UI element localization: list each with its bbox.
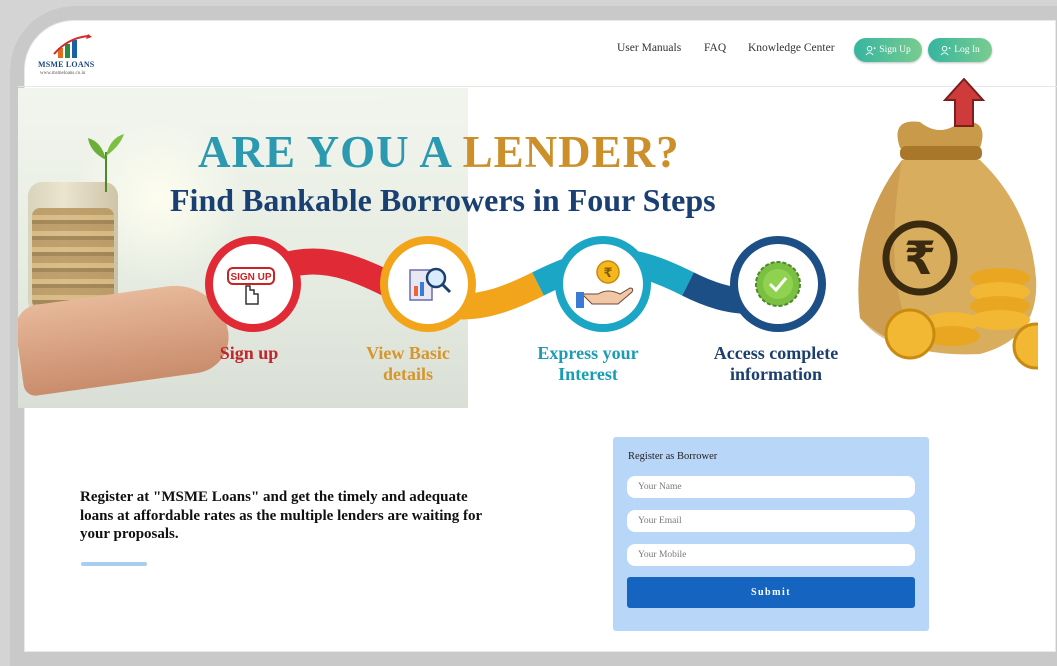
nav-knowledge-center[interactable]: Knowledge Center xyxy=(748,42,835,54)
user-icon xyxy=(865,45,876,55)
register-borrower-card: Register as Borrower Submit xyxy=(613,437,929,631)
signup-badge-text: SIGN UP xyxy=(230,272,271,283)
submit-button[interactable]: Submit xyxy=(627,577,915,608)
headline-part1: ARE YOU A xyxy=(198,127,451,177)
email-input[interactable] xyxy=(627,510,915,532)
bag-rupee-text: ₹ xyxy=(904,231,936,285)
money-bag-icon: ₹ xyxy=(858,121,1038,370)
steps-ribbon: SIGN UP ₹ xyxy=(205,236,826,332)
step-label-access-info: Access complete information xyxy=(713,343,839,384)
banner-subtitle: Find Bankable Borrowers in Four Steps xyxy=(170,182,716,218)
banner-headline: ARE YOU A LENDER? xyxy=(198,126,680,178)
rupee-coin-text: ₹ xyxy=(603,266,612,281)
name-input[interactable] xyxy=(627,476,915,498)
register-title: Register as Borrower xyxy=(628,451,718,462)
step2-circle xyxy=(380,236,476,332)
header-divider xyxy=(18,86,1057,87)
login-button[interactable]: Log In xyxy=(928,38,992,62)
step1-circle: SIGN UP xyxy=(205,236,301,332)
hero-banner: ARE YOU A LENDER? Find Bankable Borrower… xyxy=(18,88,1038,408)
step-label-signup: Sign up xyxy=(219,343,279,363)
nav-user-manuals[interactable]: User Manuals xyxy=(617,42,681,54)
step-label-view-details: View Basic details xyxy=(366,343,450,384)
brand-tagline: www.msmeloans.co.in xyxy=(40,71,86,76)
brand-name: MSME LOANS xyxy=(38,60,95,69)
signup-label: Sign Up xyxy=(879,45,911,55)
signup-button[interactable]: Sign Up xyxy=(854,38,922,62)
sprout-icon xyxy=(88,134,124,192)
login-label: Log In xyxy=(954,45,980,55)
user-icon xyxy=(940,45,951,55)
logo-mark-icon xyxy=(53,34,92,58)
step4-circle xyxy=(730,236,826,332)
headline-part2: LENDER? xyxy=(462,127,680,177)
nav-faq[interactable]: FAQ xyxy=(704,42,726,54)
step3-circle: ₹ xyxy=(555,236,651,332)
mobile-input[interactable] xyxy=(627,544,915,566)
red-up-arrow-icon xyxy=(943,78,985,127)
promo-text: Register at "MSME Loans" and get the tim… xyxy=(80,489,482,542)
promo-underline xyxy=(81,562,147,566)
brand-logo[interactable]: MSME LOANS www.msmeloans.co.in xyxy=(36,34,112,86)
step-label-express-interest: Express your Interest xyxy=(537,343,639,384)
